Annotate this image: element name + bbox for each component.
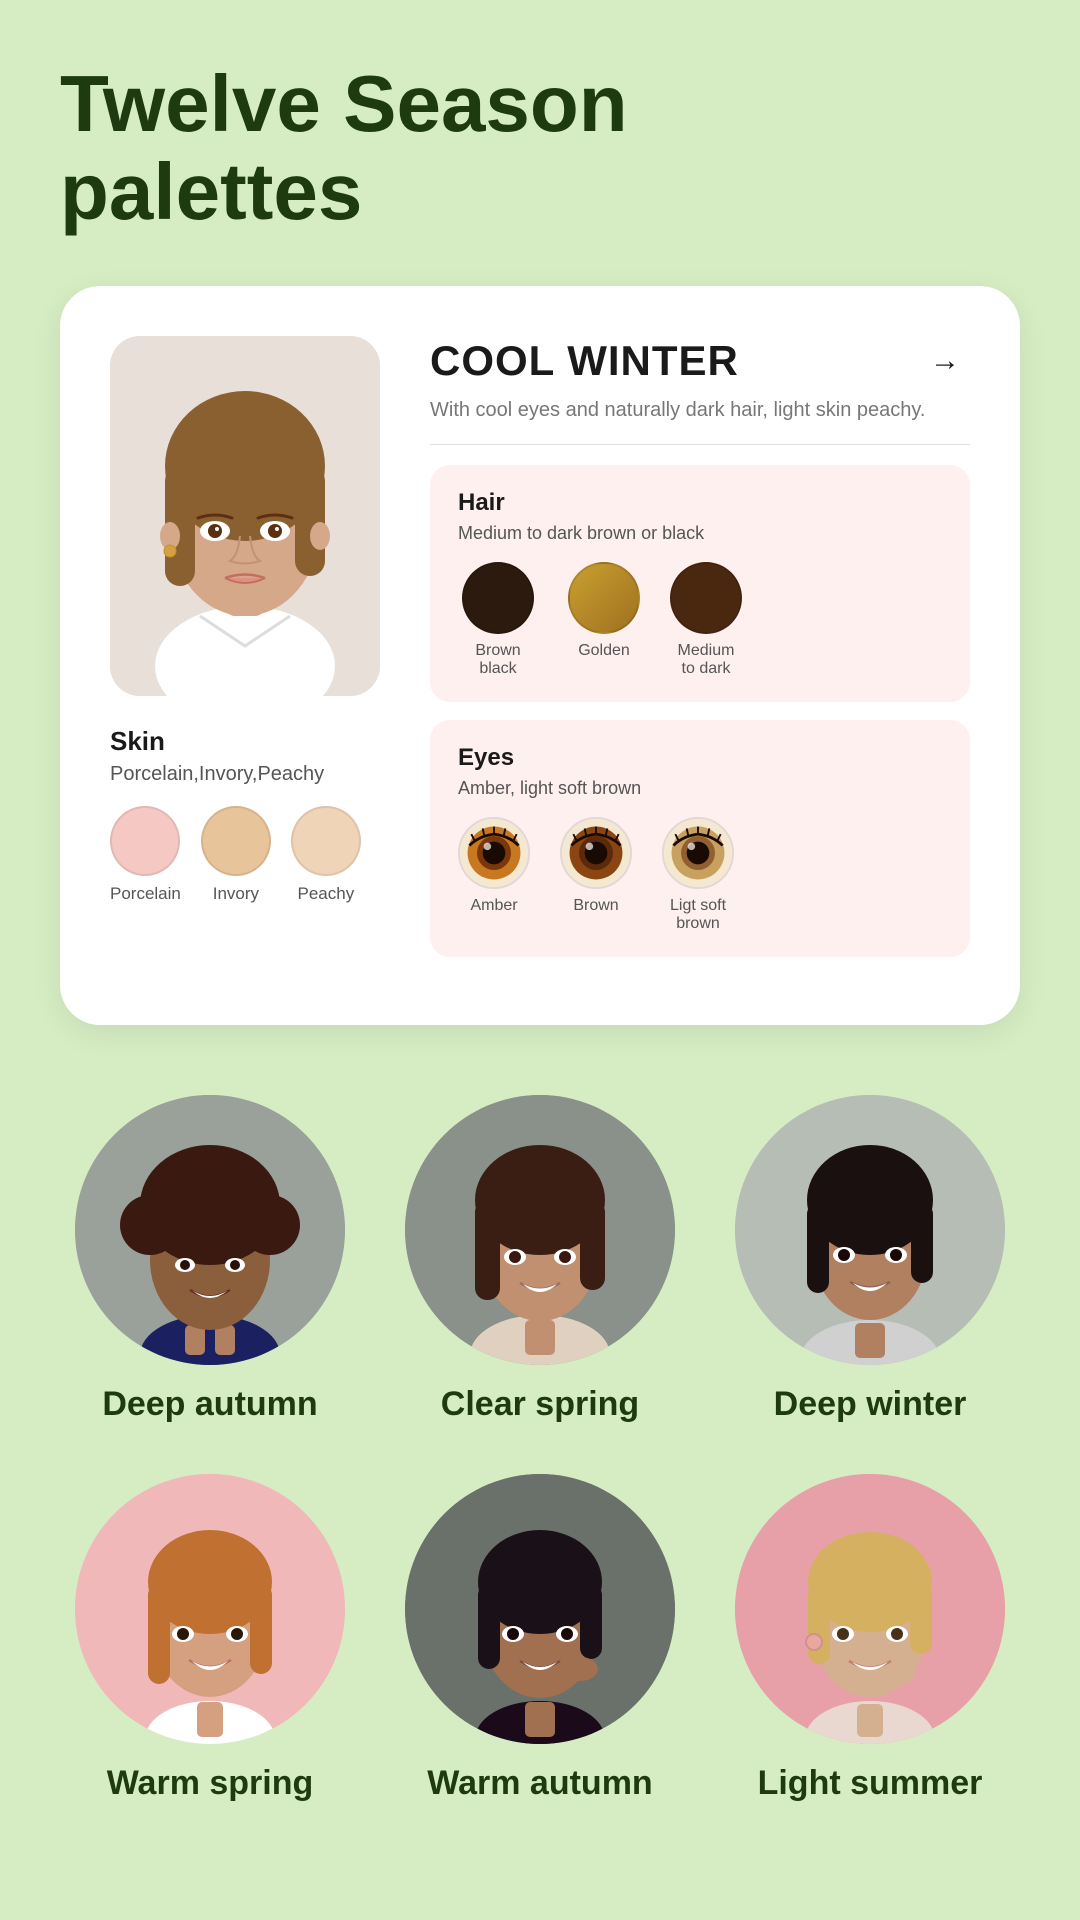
eye-label-brown: Brown bbox=[573, 897, 618, 915]
card-left: Skin Porcelain,Invory,Peachy Porcelain I… bbox=[110, 336, 390, 975]
skin-label-peachy: Peachy bbox=[298, 884, 355, 904]
eye-swatch-brown: Brown bbox=[560, 817, 632, 933]
eye-swatch-amber: Amber bbox=[458, 817, 530, 933]
hair-color-brownblack bbox=[462, 562, 534, 634]
skin-swatch-porcelain: Porcelain bbox=[110, 806, 181, 904]
person-circle-deepautumn bbox=[75, 1095, 345, 1365]
hair-trait-card: Hair Medium to dark brown or black Brown… bbox=[430, 465, 970, 702]
eyes-swatches: Amber bbox=[458, 817, 942, 933]
hair-label-mediumdark: Mediumto dark bbox=[678, 642, 735, 678]
skin-swatch-invory: Invory bbox=[201, 806, 271, 904]
person-name-warmautumn: Warm autumn bbox=[427, 1764, 652, 1803]
person-item-warmautumn[interactable]: Warm autumn bbox=[390, 1474, 690, 1803]
skin-color-porcelain bbox=[110, 806, 180, 876]
hair-swatch-mediumdark: Mediumto dark bbox=[670, 562, 742, 678]
eye-color-brown bbox=[560, 817, 632, 889]
hair-label-golden: Golden bbox=[578, 642, 630, 660]
hair-swatch-golden: Golden bbox=[568, 562, 640, 678]
person-name-deepautumn: Deep autumn bbox=[102, 1385, 317, 1424]
season-title: COOL WINTER bbox=[430, 337, 739, 385]
hair-subtitle: Medium to dark brown or black bbox=[458, 523, 942, 544]
eyes-subtitle: Amber, light soft brown bbox=[458, 778, 942, 799]
person-name-clearspring: Clear spring bbox=[441, 1385, 639, 1424]
eye-label-lightsoftbrown: Ligt softbrown bbox=[670, 897, 726, 933]
skin-subtitle: Porcelain,Invory,Peachy bbox=[110, 763, 390, 786]
hair-swatch-brownblack: Brown black bbox=[458, 562, 538, 678]
skin-swatches: Porcelain Invory Peachy bbox=[110, 806, 390, 904]
season-arrow[interactable]: → bbox=[920, 336, 970, 386]
skin-label: Skin bbox=[110, 726, 390, 757]
skin-label-porcelain: Porcelain bbox=[110, 884, 181, 904]
eyes-title: Eyes bbox=[458, 744, 942, 772]
person-circle-warmspring bbox=[75, 1474, 345, 1744]
person-circle-deepwinter bbox=[735, 1095, 1005, 1365]
hair-color-golden bbox=[568, 562, 640, 634]
eyes-trait-card: Eyes Amber, light soft brown bbox=[430, 720, 970, 957]
card-right: COOL WINTER → With cool eyes and natural… bbox=[430, 336, 970, 975]
hair-label-brownblack: Brown black bbox=[458, 642, 538, 678]
person-name-warmspring: Warm spring bbox=[107, 1764, 314, 1803]
person-item-lightsummer[interactable]: Light summer bbox=[720, 1474, 1020, 1803]
person-item-clearspring[interactable]: Clear spring bbox=[390, 1095, 690, 1424]
eye-color-lightsoftbrown bbox=[662, 817, 734, 889]
season-description: With cool eyes and naturally dark hair, … bbox=[430, 396, 970, 424]
person-name-lightsummer: Light summer bbox=[758, 1764, 983, 1803]
eye-color-amber bbox=[458, 817, 530, 889]
person-circle-warmautumn bbox=[405, 1474, 675, 1744]
eye-swatch-lightsoftbrown: Ligt softbrown bbox=[662, 817, 734, 933]
page-title: Twelve Seasonpalettes bbox=[60, 60, 1020, 236]
person-circle-lightsummer bbox=[735, 1474, 1005, 1744]
person-item-deepautumn[interactable]: Deep autumn bbox=[60, 1095, 360, 1424]
person-item-deepwinter[interactable]: Deep winter bbox=[720, 1095, 1020, 1424]
hair-color-mediumdark bbox=[670, 562, 742, 634]
skin-color-invory bbox=[201, 806, 271, 876]
skin-color-peachy bbox=[291, 806, 361, 876]
page: Twelve Seasonpalettes bbox=[0, 0, 1080, 1920]
skin-swatch-peachy: Peachy bbox=[291, 806, 361, 904]
eye-label-amber: Amber bbox=[470, 897, 517, 915]
hair-swatches: Brown black Golden Mediumto dark bbox=[458, 562, 942, 678]
person-photo bbox=[110, 336, 380, 696]
person-name-deepwinter: Deep winter bbox=[774, 1385, 967, 1424]
card-divider bbox=[430, 444, 970, 445]
hair-title: Hair bbox=[458, 489, 942, 517]
skin-label-invory: Invory bbox=[213, 884, 259, 904]
season-header: COOL WINTER → bbox=[430, 336, 970, 386]
people-grid: Deep autumn bbox=[60, 1095, 1020, 1803]
season-card: Skin Porcelain,Invory,Peachy Porcelain I… bbox=[60, 286, 1020, 1025]
person-circle-clearspring bbox=[405, 1095, 675, 1365]
person-item-warmspring[interactable]: Warm spring bbox=[60, 1474, 360, 1803]
